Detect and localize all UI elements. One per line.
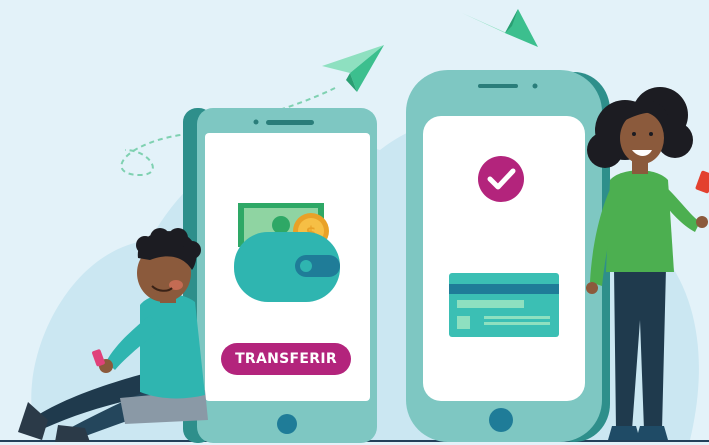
credit-card-icon [449, 273, 559, 337]
paper-plane-icon [322, 45, 384, 92]
check-icon [478, 156, 524, 202]
paper-plane-icon [462, 9, 538, 47]
illustration: $ TRANSFERIR [0, 0, 709, 445]
right-phone [406, 70, 610, 442]
scene-svg: $ [0, 9, 709, 443]
transfer-button[interactable]: TRANSFERIR [221, 343, 351, 375]
